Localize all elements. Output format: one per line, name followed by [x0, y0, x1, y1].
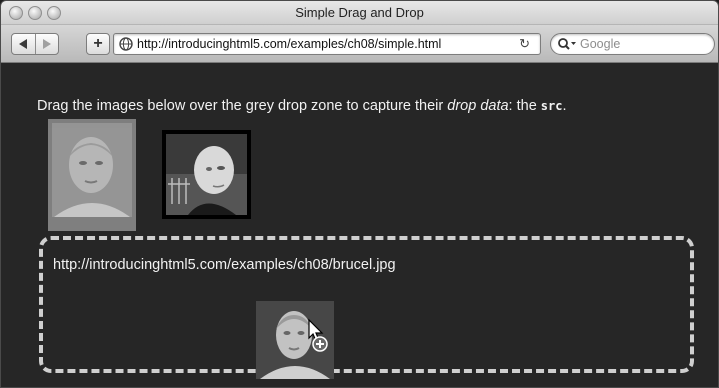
back-arrow-icon: [18, 39, 27, 49]
back-button[interactable]: [12, 34, 35, 54]
page-content: Drag the images below over the grey drop…: [1, 63, 718, 387]
forward-arrow-icon: [43, 39, 52, 49]
address-bar[interactable]: http://introducinghtml5.com/examples/ch0…: [113, 33, 541, 55]
draggable-image-remy[interactable]: [162, 130, 251, 219]
browser-window: Simple Drag and Drop + http://introducin…: [0, 0, 719, 388]
reload-icon[interactable]: ↻: [519, 36, 530, 52]
title-bar: Simple Drag and Drop: [1, 1, 718, 25]
globe-icon: [119, 37, 133, 51]
search-placeholder: Google: [580, 37, 621, 51]
instructions-code: src: [540, 99, 563, 113]
search-field[interactable]: Google: [550, 33, 715, 55]
drag-copy-cursor-icon: [308, 318, 328, 352]
portrait-photo-icon: [48, 119, 136, 231]
drop-data-text: http://introducinghtml5.com/examples/ch0…: [53, 257, 396, 273]
draggable-image-bruce[interactable]: [48, 119, 136, 231]
instructions-emphasis: drop data: [447, 98, 509, 114]
instructions-mid: : the: [508, 98, 541, 114]
window-title: Simple Drag and Drop: [295, 5, 424, 20]
portrait-photo-icon: [166, 134, 247, 215]
address-bar-url: http://introducinghtml5.com/examples/ch0…: [137, 37, 442, 51]
back-forward-group: [11, 33, 59, 55]
instructions-suffix: .: [562, 98, 567, 114]
instructions-text: Drag the images below over the grey drop…: [37, 98, 567, 114]
search-icon: [558, 38, 576, 50]
forward-button[interactable]: [34, 34, 58, 54]
browser-toolbar: + http://introducinghtml5.com/examples/c…: [1, 25, 718, 63]
add-bookmark-button[interactable]: +: [86, 33, 110, 55]
instructions-prefix: Drag the images below over the grey drop…: [37, 98, 448, 114]
